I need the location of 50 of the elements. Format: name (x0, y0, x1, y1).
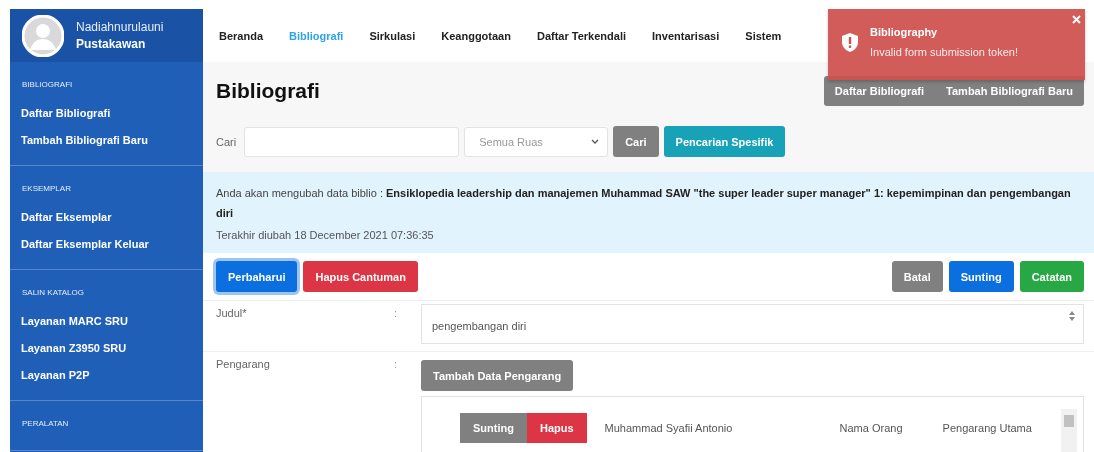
add-author-button[interactable]: Tambah Data Pengarang (421, 360, 574, 391)
nav-link[interactable]: Inventarisasi (639, 29, 733, 42)
header-button[interactable]: Daftar Bibliografi (823, 76, 936, 106)
notice-text: Anda akan mengubah data biblio : Ensiklopedia leadership dan manajemen Muhammad SAW "the super leader super manager" 1: kepemimpinan dan pengembangan diri (216, 186, 1072, 221)
action-button[interactable]: Hapus Cantuman (303, 261, 418, 292)
sidebar-link[interactable]: Layanan MARC SRU (10, 309, 203, 336)
field-label: Judul* (216, 306, 248, 321)
section-heading: EKSEMPLAR (21, 183, 72, 195)
sidebar-link[interactable]: Tambah Bibliografi Baru (10, 128, 203, 155)
nav-link[interactable]: Sirkulasi (356, 29, 429, 42)
toast-message: Invalid form submission token! (870, 46, 1018, 58)
header-button[interactable]: Tambah Bibliografi Baru (935, 76, 1084, 106)
section-heading: SALIN KATALOG (21, 287, 85, 299)
sidebar-link[interactable]: Layanan P2P (10, 363, 203, 390)
section-heading: PERALATAN (21, 418, 70, 430)
field-label: Pengarang (216, 357, 271, 372)
nav-link[interactable]: Daftar Terkendali (523, 29, 640, 42)
title-textarea[interactable]: pengembangan diri (421, 304, 1084, 344)
sidebar-link[interactable]: Daftar Eksemplar Keluar (10, 232, 203, 259)
toast-title: Bibliography (870, 26, 939, 38)
close-icon[interactable] (1072, 15, 1081, 24)
action-button[interactable]: Sunting (948, 261, 1014, 292)
user-role: Pustakawan (76, 37, 147, 51)
search-field[interactable] (244, 126, 460, 157)
nav-link[interactable]: Keanggotaan (428, 29, 524, 42)
page-title: Bibliografi (216, 79, 320, 103)
nav-link[interactable]: Sistem (732, 29, 795, 42)
last-modified-text: Terakhir diubah 18 December 2021 07:36:35 (216, 229, 435, 241)
action-button[interactable]: Batal (891, 261, 943, 292)
action-button[interactable]: Catatan (1019, 261, 1084, 292)
nav-link[interactable]: Beranda (206, 29, 277, 42)
delete-button[interactable]: Hapus (526, 413, 587, 443)
sidebar-link[interactable]: Daftar Eksemplar (10, 205, 203, 232)
search-label: Cari (216, 135, 237, 148)
scroll-arrows-icon (1068, 310, 1076, 322)
author-role: Pengarang Utama (942, 422, 1033, 434)
shield-alert-icon (842, 33, 858, 52)
edit-button[interactable]: Sunting (460, 413, 527, 443)
action-button[interactable]: Perbaharui (216, 261, 298, 292)
sidebar-link[interactable]: Daftar Bibliografi (10, 101, 203, 128)
colon-separator: : (394, 357, 399, 372)
author-type: Nama Orang (839, 422, 904, 434)
user-name: Nadiahnurulauni (76, 20, 164, 34)
author-name: Muhammad Syafii Antonio (604, 422, 734, 434)
chevron-down-icon (591, 138, 600, 145)
search-button[interactable]: Cari (613, 126, 659, 157)
sidebar-link[interactable]: Layanan Z3950 SRU (10, 336, 203, 363)
colon-separator: : (394, 306, 399, 321)
section-heading: BIBLIOGRAFI (21, 79, 74, 91)
avatar-icon (22, 14, 64, 57)
